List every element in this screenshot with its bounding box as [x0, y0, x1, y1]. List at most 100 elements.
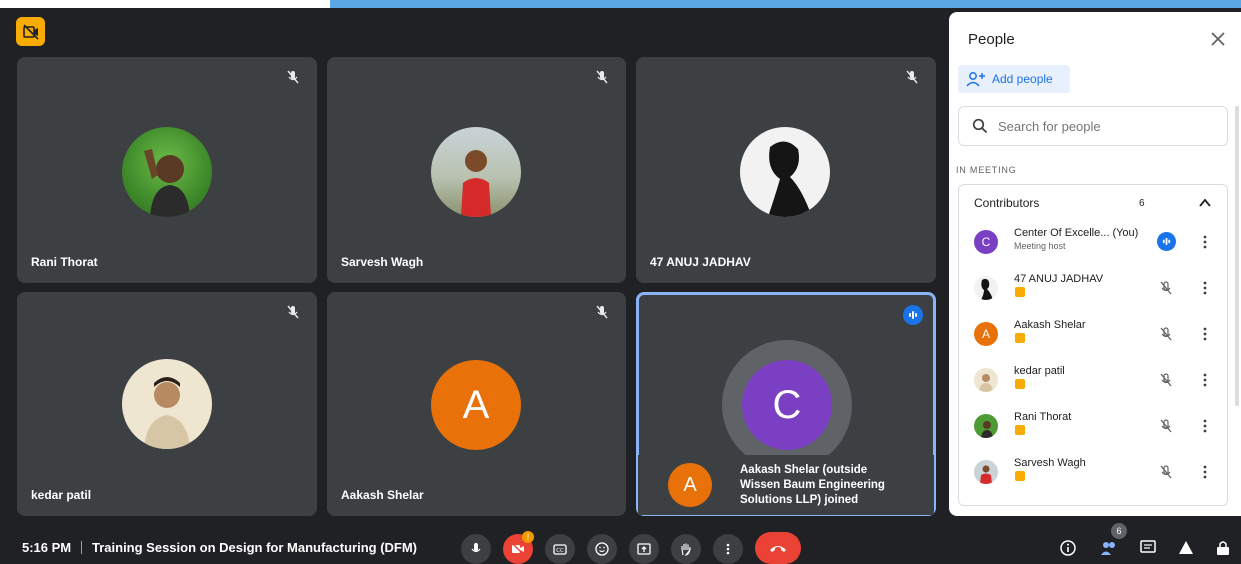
mic-off-icon — [1160, 419, 1172, 433]
add-people-button[interactable]: Add people — [958, 65, 1070, 93]
speaking-indicator — [1157, 232, 1176, 251]
video-tile[interactable]: 47 ANUJ JADHAV — [636, 57, 936, 283]
more-vert-icon[interactable] — [1197, 233, 1213, 251]
mic-off-icon — [596, 305, 608, 319]
participant-name: kedar patil — [31, 488, 92, 502]
participant-avatar: C — [742, 360, 832, 450]
more-vert-icon[interactable] — [1197, 279, 1213, 297]
participant-name-text: Center Of Excelle... — [1014, 227, 1110, 239]
participant-row[interactable]: Rani Thorat — [959, 403, 1227, 449]
person-photo — [981, 421, 993, 438]
phone-hangup-icon — [770, 546, 786, 552]
chat-icon[interactable] — [1140, 540, 1156, 556]
participant-avatar — [122, 359, 212, 449]
leave-call-button[interactable] — [755, 532, 801, 564]
present-button[interactable] — [629, 534, 659, 564]
svg-text:CC: CC — [556, 548, 564, 554]
participant-name: Aakash Shelar — [1014, 319, 1086, 331]
participant-name: Sarvesh Wagh — [1014, 457, 1086, 469]
hand-icon — [681, 543, 691, 556]
participant-avatar — [974, 460, 998, 484]
participant-row[interactable]: C Center Of Excelle... (You) Meeting hos… — [959, 219, 1227, 265]
lock-icon[interactable] — [1216, 540, 1230, 555]
more-options-button[interactable] — [713, 534, 743, 564]
close-icon[interactable] — [1209, 30, 1227, 48]
panel-scrollbar[interactable] — [1235, 106, 1239, 406]
mic-off-icon — [1160, 327, 1172, 341]
video-tile[interactable]: A Aakash Shelar — [327, 292, 626, 516]
group-count: 6 — [1139, 198, 1145, 209]
mic-off-icon — [287, 70, 299, 84]
camera-off-badge — [1015, 333, 1025, 343]
mic-off-icon — [1160, 281, 1172, 295]
participant-avatar — [431, 127, 521, 217]
camera-off-icon — [511, 542, 525, 556]
divider — [81, 541, 82, 554]
section-label: IN MEETING — [956, 165, 1017, 175]
search-box[interactable] — [958, 106, 1228, 146]
add-person-icon — [966, 72, 985, 87]
video-tile[interactable]: Sarvesh Wagh — [327, 57, 626, 283]
video-tile[interactable]: kedar patil — [17, 292, 317, 516]
group-title: Contributors — [974, 196, 1040, 210]
person-photo — [980, 465, 992, 484]
contributors-header[interactable]: Contributors 6 — [959, 185, 1227, 217]
mic-off-icon — [906, 70, 918, 84]
more-vert-icon[interactable] — [1197, 371, 1213, 389]
camera-off-badge — [1015, 425, 1025, 435]
more-vert-icon[interactable] — [1197, 417, 1213, 435]
people-count-badge: 6 — [1111, 523, 1127, 539]
camera-off-badge — [1015, 287, 1025, 297]
participant-row[interactable]: 47 ANUJ JADHAV — [959, 265, 1227, 311]
toast-text: Aakash Shelar (outside Wissen Baum Engin… — [740, 463, 885, 506]
info-icon[interactable] — [1060, 540, 1076, 556]
mic-off-icon — [287, 305, 299, 319]
participant-name: Rani Thorat — [1014, 411, 1072, 423]
raise-hand-button[interactable] — [671, 534, 701, 564]
participant-name: Center Of Excelle... (You) — [1014, 227, 1138, 239]
participant-row[interactable]: kedar patil — [959, 357, 1227, 403]
contributors-group: Contributors 6 C Center Of Excelle... (Y… — [958, 184, 1228, 506]
people-icon[interactable] — [1100, 540, 1118, 556]
people-panel: People Add people IN MEETING Contributor… — [949, 12, 1241, 516]
participant-avatar: C — [974, 230, 998, 254]
you-label: (You) — [1112, 227, 1139, 239]
participant-row[interactable]: Sarvesh Wagh — [959, 449, 1227, 495]
add-people-label: Add people — [992, 72, 1053, 86]
person-photo — [461, 150, 491, 217]
mic-icon — [471, 543, 481, 553]
present-screen-icon — [637, 543, 651, 555]
camera-off-badge — [1015, 471, 1025, 481]
join-notification: A Aakash Shelar (outside Wissen Baum Eng… — [638, 455, 934, 515]
participant-avatar — [122, 127, 212, 217]
captions-button[interactable]: CC — [545, 534, 575, 564]
camera-off-badge — [1015, 379, 1025, 389]
reactions-button[interactable] — [587, 534, 617, 564]
participant-name: 47 ANUJ JADHAV — [1014, 273, 1104, 285]
participant-avatar: A — [974, 322, 998, 346]
participant-avatar — [974, 276, 998, 300]
chevron-up-icon[interactable] — [1197, 195, 1213, 211]
mic-off-icon — [1160, 373, 1172, 387]
top-strip — [0, 0, 1241, 8]
participant-avatar: A — [431, 360, 521, 450]
captions-icon: CC — [553, 544, 567, 555]
camera-off-badge[interactable] — [16, 17, 45, 46]
mic-off-icon — [1160, 465, 1172, 479]
more-vert-icon[interactable] — [1197, 325, 1213, 343]
activities-icon[interactable] — [1178, 540, 1194, 555]
camera-off-icon — [22, 23, 39, 40]
video-tile[interactable]: Rani Thorat — [17, 57, 317, 283]
search-input[interactable] — [996, 117, 1200, 135]
participant-row[interactable]: A Aakash Shelar — [959, 311, 1227, 357]
warning-badge: ! — [522, 531, 534, 543]
participant-name: 47 ANUJ JADHAV — [650, 255, 751, 269]
person-photo — [144, 149, 190, 217]
audio-wave-icon — [1162, 237, 1171, 246]
mic-button[interactable] — [461, 534, 491, 564]
speaking-indicator — [903, 305, 923, 325]
person-photo — [981, 278, 993, 300]
participant-avatar — [740, 127, 830, 217]
more-vert-icon[interactable] — [1197, 463, 1213, 481]
participant-name: kedar patil — [1014, 365, 1065, 377]
